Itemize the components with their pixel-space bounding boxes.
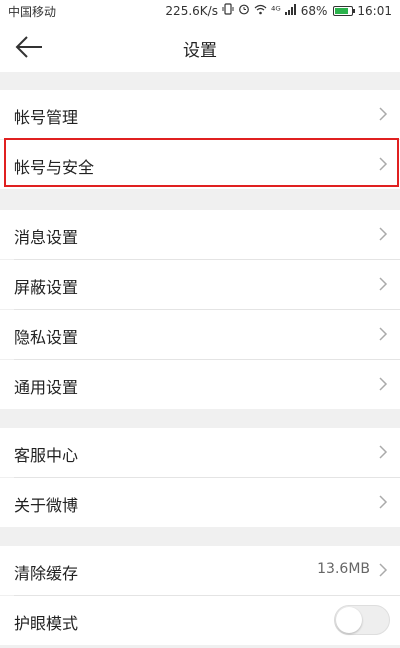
network-type-label: ⁴ᴳ <box>270 4 281 17</box>
battery-fill <box>335 8 348 14</box>
status-bar-right: 225.6K/s ⁴ᴳ 68% 16:01 <box>165 3 392 19</box>
settings-item-eye-care-mode: 护眼模式 <box>0 596 400 645</box>
settings-item-clear-cache[interactable]: 清除缓存 13.6MB <box>0 546 400 595</box>
settings-item-account-security[interactable]: 帐号与安全 <box>0 140 400 189</box>
chevron-right-icon <box>379 495 388 509</box>
chevron-right-icon <box>379 227 388 241</box>
page-title: 设置 <box>183 41 217 61</box>
vibrate-icon <box>222 3 234 19</box>
settings-item-label: 通用设置 <box>14 378 79 397</box>
settings-item-label: 清除缓存 <box>14 564 79 583</box>
alarm-icon <box>238 3 250 19</box>
chevron-right-icon <box>379 107 388 121</box>
settings-item-label: 隐私设置 <box>14 328 79 347</box>
settings-item-label: 关于微博 <box>14 496 79 515</box>
settings-item-customer-service[interactable]: 客服中心 <box>0 428 400 477</box>
cache-size-value: 13.6MB <box>317 561 370 577</box>
settings-item-label: 消息设置 <box>14 228 79 247</box>
wifi-icon <box>254 4 267 19</box>
eye-care-toggle[interactable] <box>334 605 390 635</box>
settings-item-account-management[interactable]: 帐号管理 <box>0 90 400 139</box>
settings-item-label: 帐号管理 <box>14 108 79 127</box>
status-bar: 中国移动 225.6K/s ⁴ᴳ 68% 16:01 <box>0 0 400 22</box>
settings-item-label: 护眼模式 <box>14 614 79 633</box>
battery-percent: 68% <box>300 4 328 18</box>
settings-item-about-weibo[interactable]: 关于微博 <box>0 478 400 527</box>
settings-item-label: 客服中心 <box>14 446 79 465</box>
clock: 16:01 <box>357 4 392 18</box>
toggle-knob <box>336 607 362 633</box>
chevron-right-icon <box>379 327 388 341</box>
chevron-right-icon <box>379 563 388 577</box>
settings-item-block-settings[interactable]: 屏蔽设置 <box>0 260 400 309</box>
settings-item-label: 帐号与安全 <box>14 158 95 177</box>
chevron-right-icon <box>379 157 388 171</box>
chevron-right-icon <box>379 445 388 459</box>
chevron-right-icon <box>379 377 388 391</box>
chevron-right-icon <box>379 277 388 291</box>
settings-item-message-settings[interactable]: 消息设置 <box>0 210 400 259</box>
settings-item-label: 屏蔽设置 <box>14 278 79 297</box>
settings-item-privacy-settings[interactable]: 隐私设置 <box>0 310 400 359</box>
carrier-label: 中国移动 <box>8 5 57 19</box>
network-speed: 225.6K/s <box>165 4 218 18</box>
battery-icon <box>333 6 356 16</box>
settings-item-general-settings[interactable]: 通用设置 <box>0 360 400 409</box>
navigation-bar: 设置 <box>0 22 400 72</box>
signal-icon <box>284 3 297 19</box>
